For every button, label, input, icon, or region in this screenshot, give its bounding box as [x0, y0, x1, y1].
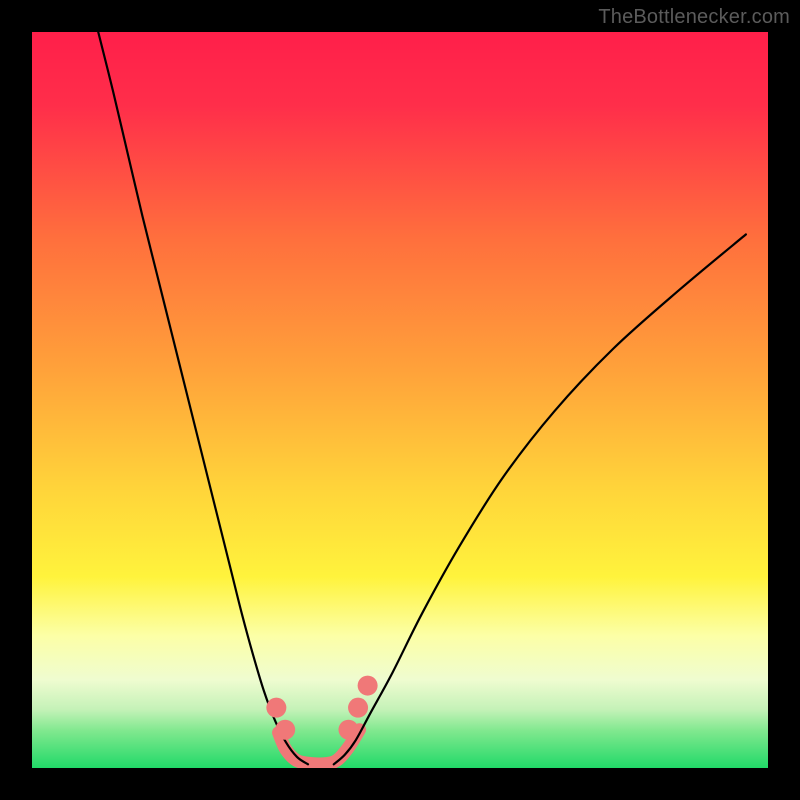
marker-valley-dots-1: [275, 720, 295, 740]
stage: TheBottlenecker.com: [0, 0, 800, 800]
series-left-curve: [98, 32, 308, 764]
series-right-curve: [334, 234, 746, 764]
watermark-text: TheBottlenecker.com: [598, 6, 790, 29]
marker-valley-dots-4: [358, 676, 378, 696]
marker-valley-dots-0: [266, 698, 286, 718]
curves-layer: [32, 32, 768, 768]
plot-area: [32, 32, 768, 768]
marker-valley-dots-2: [338, 720, 358, 740]
marker-valley-dots-3: [348, 698, 368, 718]
